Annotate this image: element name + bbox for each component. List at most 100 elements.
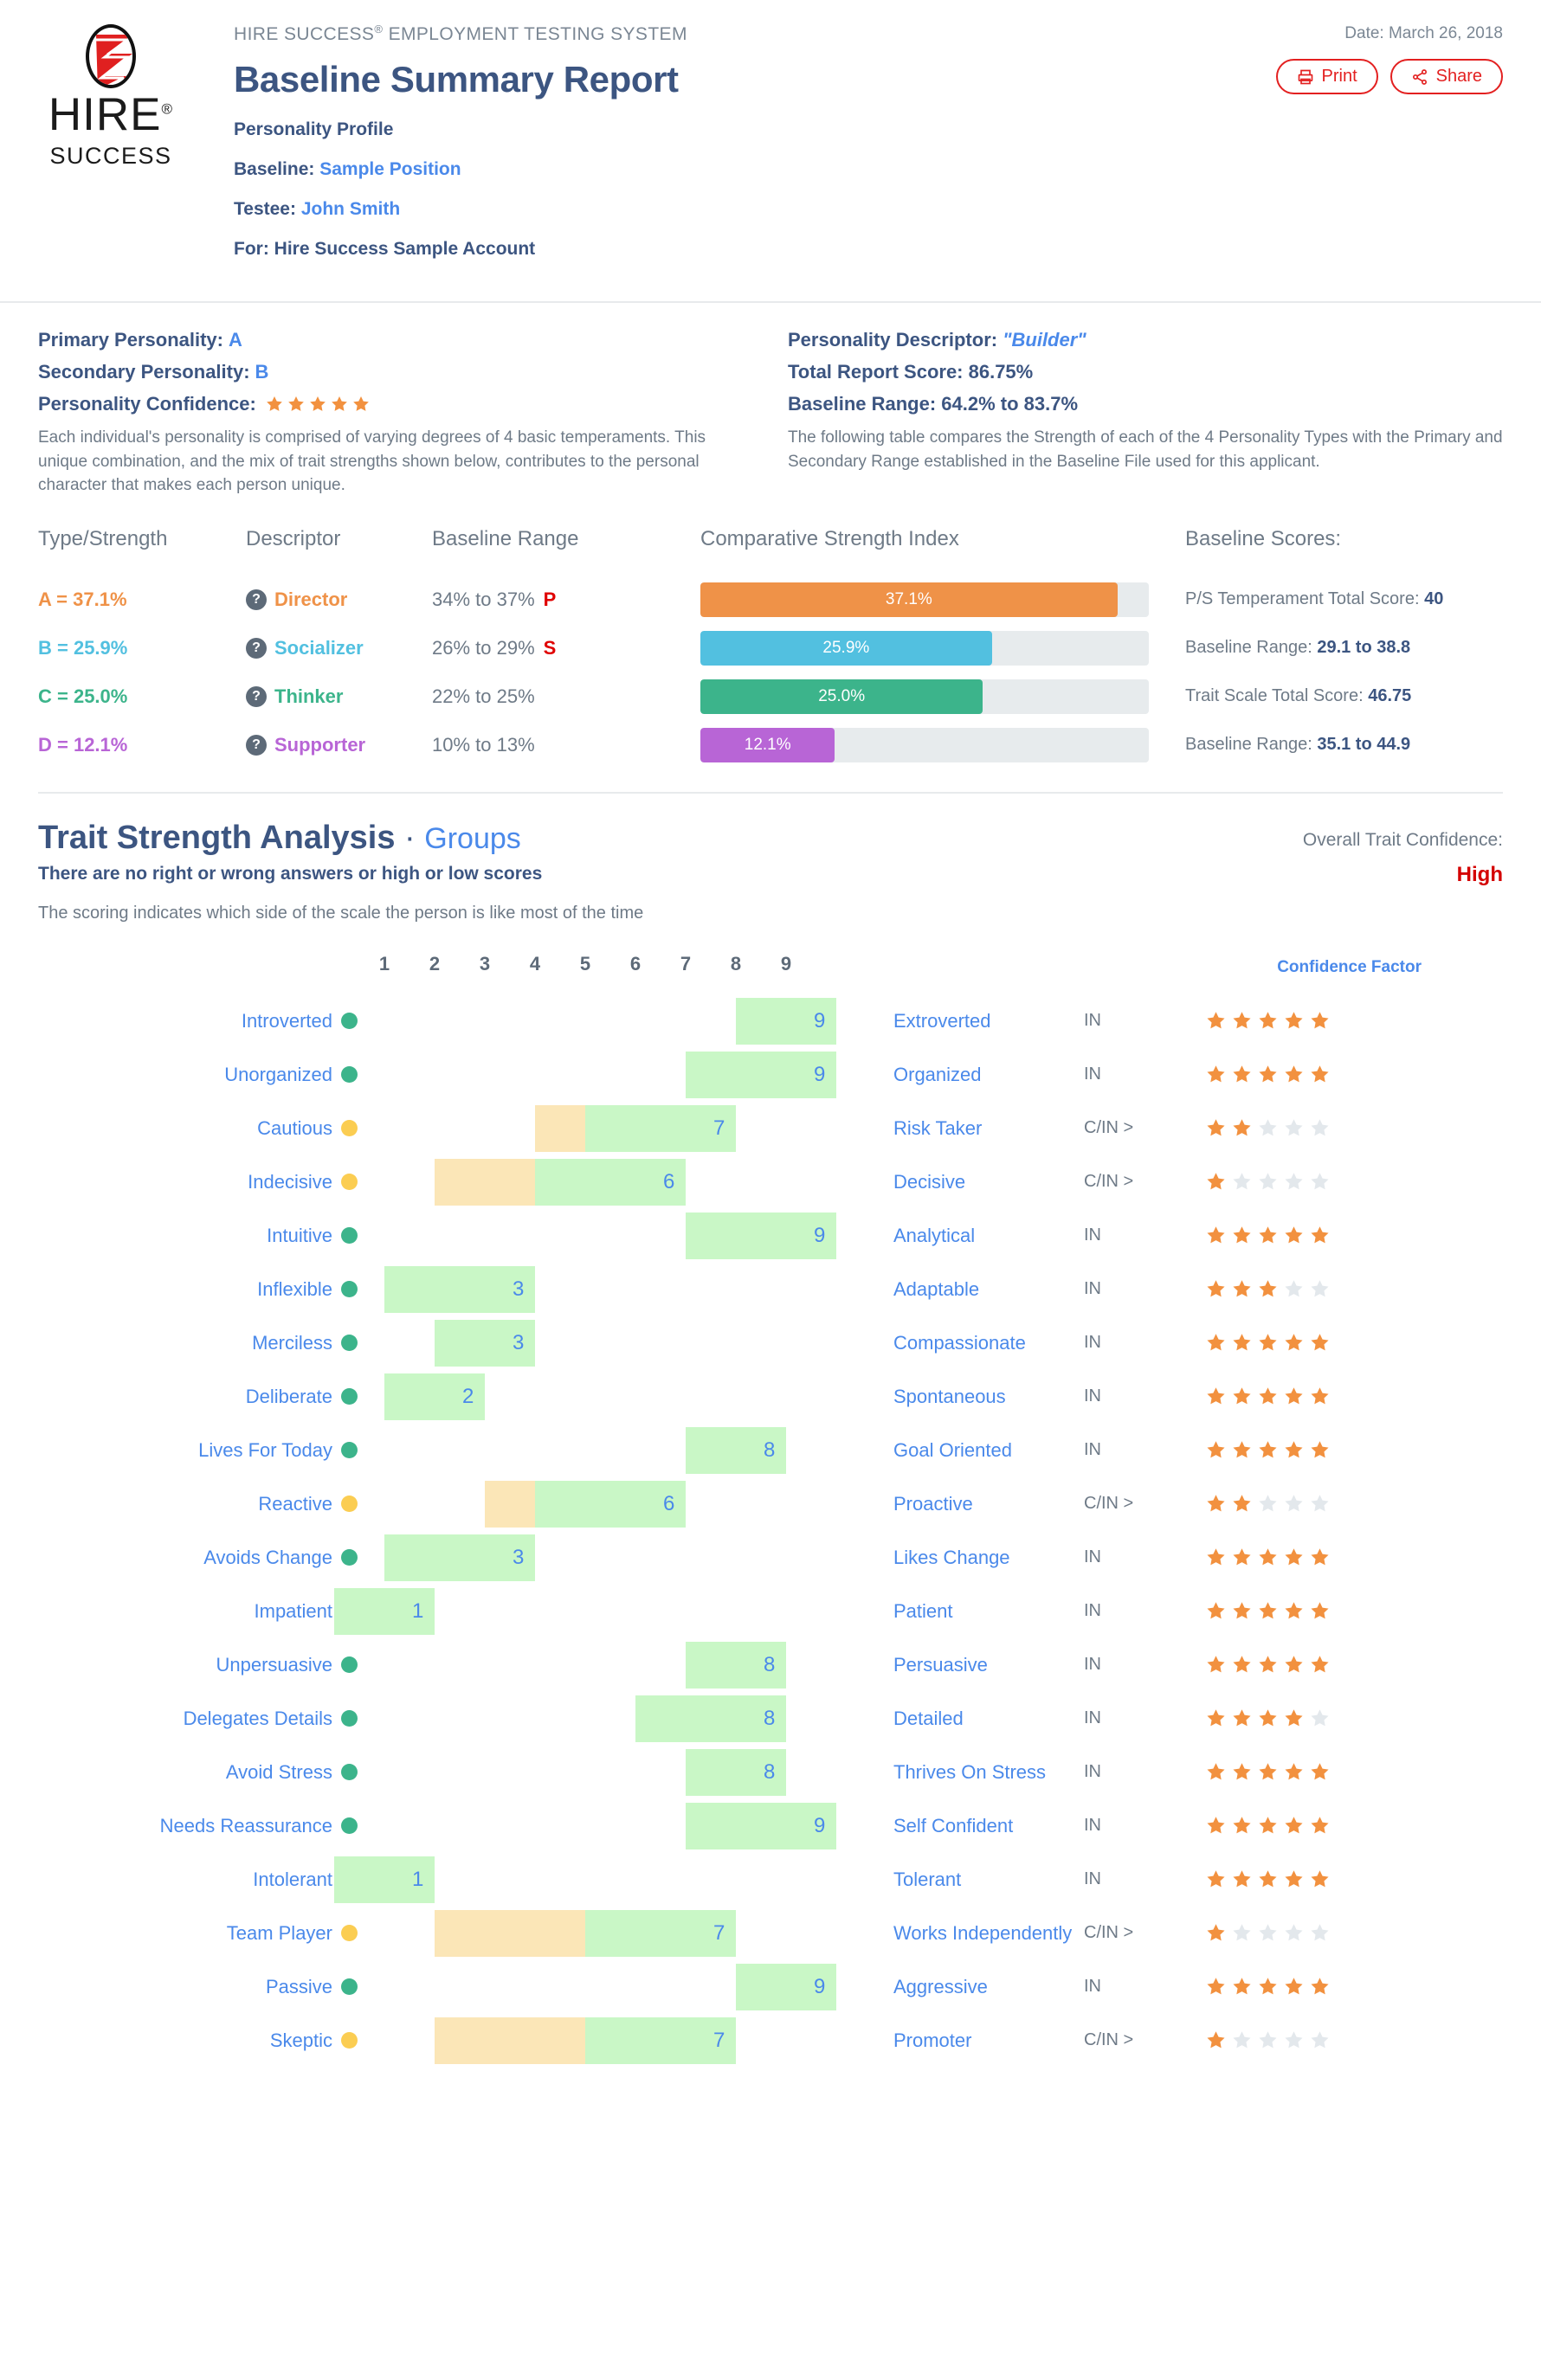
confidence-stars xyxy=(1196,1654,1503,1676)
trait-right-label[interactable]: Patient xyxy=(867,1600,1084,1623)
star-icon xyxy=(1283,1225,1305,1246)
col-type-strength: Type/Strength A = 37.1% B = 25.9% C = 25.0… xyxy=(38,527,246,769)
account-line: For: Hire Success Sample Account xyxy=(234,239,536,259)
total-report-score: Total Report Score: 86.75% xyxy=(788,361,1034,383)
trait-left-label[interactable]: Passive xyxy=(38,1976,332,1998)
strength-bar-label: 25.0% xyxy=(818,686,866,705)
table-row: Merciless 3 Compassionate IN xyxy=(38,1316,1503,1370)
status-dot-icon xyxy=(340,1281,358,1298)
trait-left-label[interactable]: Unpersuasive xyxy=(38,1654,332,1676)
trait-code: IN xyxy=(1084,1762,1101,1782)
trait-right-label[interactable]: Likes Change xyxy=(867,1547,1084,1569)
trait-right-label[interactable]: Spontaneous xyxy=(867,1386,1084,1408)
trait-code: IN xyxy=(1084,1869,1101,1889)
star-icon xyxy=(1283,1064,1305,1085)
help-icon[interactable]: ? xyxy=(246,734,267,756)
trait-right-label[interactable]: Persuasive xyxy=(867,1654,1084,1676)
baseline-score-row: Baseline Range: 29.1 to 38.8 xyxy=(1185,638,1411,658)
trait-right-label[interactable]: Organized xyxy=(867,1064,1084,1086)
trait-right-label[interactable]: Analytical xyxy=(867,1225,1084,1247)
trait-left-label[interactable]: Inflexible xyxy=(38,1278,332,1301)
help-icon[interactable]: ? xyxy=(246,637,267,659)
trait-right-label[interactable]: Adaptable xyxy=(867,1278,1084,1301)
descriptor-cell: ? Socializer xyxy=(246,637,364,659)
baseline-score-row: Baseline Range: 35.1 to 44.9 xyxy=(1185,735,1411,755)
testee-value[interactable]: John Smith xyxy=(301,199,400,219)
baseline-range-cell: 34% to 37% xyxy=(432,588,535,610)
trait-code: IN xyxy=(1084,1011,1101,1031)
trait-right-label[interactable]: Promoter xyxy=(867,2029,1084,2052)
overall-confidence-value: High xyxy=(1456,862,1503,886)
trait-code: IN xyxy=(1084,1655,1101,1675)
status-dot-icon xyxy=(340,1710,358,1727)
star-icon xyxy=(1309,1278,1331,1300)
trait-left-label[interactable]: Merciless xyxy=(38,1332,332,1354)
trait-section-title: Trait Strength Analysis · Groups xyxy=(38,819,521,856)
trait-right-label[interactable]: Works Independently xyxy=(867,1922,1084,1945)
help-icon[interactable]: ? xyxy=(246,589,267,610)
baseline-score-value: 35.1 to 44.9 xyxy=(1317,735,1411,755)
trait-left-label[interactable]: Intolerant xyxy=(38,1869,332,1891)
trait-right-label[interactable]: Risk Taker xyxy=(867,1117,1084,1140)
trait-dot-cell xyxy=(332,1978,365,1996)
trait-left-label[interactable]: Avoids Change xyxy=(38,1547,332,1569)
trait-left-label[interactable]: Delegates Details xyxy=(38,1708,332,1730)
star-icon xyxy=(1205,1332,1227,1354)
status-dot-icon xyxy=(340,1925,358,1942)
star-icon xyxy=(1257,2029,1279,2051)
help-icon[interactable]: ? xyxy=(246,685,267,707)
trait-score-value: 1 xyxy=(412,1867,424,1891)
table-row: Reactive 6 Proactive C/IN > xyxy=(38,1477,1503,1531)
trait-right-label[interactable]: Extroverted xyxy=(867,1010,1084,1032)
trait-left-label[interactable]: Skeptic xyxy=(38,2029,332,2052)
scale-tick-9: 9 xyxy=(780,952,792,975)
trait-right-label[interactable]: Self Confident xyxy=(867,1815,1084,1837)
trait-right-label[interactable]: Proactive xyxy=(867,1493,1084,1515)
descriptor-label: Director xyxy=(274,588,348,610)
star-icon xyxy=(1205,1922,1227,1944)
scale-tick-5: 5 xyxy=(579,952,591,975)
trait-right-label[interactable]: Aggressive xyxy=(867,1976,1084,1998)
range-flag: P xyxy=(543,588,557,610)
trait-left-label[interactable]: Impatient xyxy=(38,1600,333,1623)
trait-left-label[interactable]: Lives For Today xyxy=(38,1439,332,1462)
star-icon xyxy=(1231,2029,1253,2051)
trait-left-label[interactable]: Avoid Stress xyxy=(38,1761,332,1784)
trait-code: IN xyxy=(1084,1065,1101,1084)
trait-right-label[interactable]: Compassionate xyxy=(867,1332,1084,1354)
trait-left-label[interactable]: Team Player xyxy=(38,1922,332,1945)
trait-left-label[interactable]: Cautious xyxy=(38,1117,332,1140)
trait-right-label[interactable]: Detailed xyxy=(867,1708,1084,1730)
print-button[interactable]: Print xyxy=(1275,59,1378,94)
trait-left-label[interactable]: Reactive xyxy=(38,1493,332,1515)
share-button[interactable]: Share xyxy=(1389,59,1503,94)
star-icon xyxy=(1257,1922,1279,1944)
range-band-amber xyxy=(535,1104,585,1152)
trait-left-label[interactable]: Needs Reassurance xyxy=(38,1815,332,1837)
trait-dot-cell xyxy=(332,1388,365,1405)
trait-left-label[interactable]: Unorganized xyxy=(38,1064,332,1086)
trait-right-label[interactable]: Goal Oriented xyxy=(867,1439,1084,1462)
trait-left-label[interactable]: Indecisive xyxy=(38,1171,332,1193)
status-dot-icon xyxy=(340,1764,358,1781)
trait-dot-cell xyxy=(332,1281,365,1298)
confidence-stars xyxy=(1196,1761,1503,1783)
groups-link[interactable]: Groups xyxy=(424,822,521,855)
confidence-stars xyxy=(1196,1386,1503,1407)
star-icon xyxy=(1257,1332,1279,1354)
trait-right-label[interactable]: Tolerant xyxy=(867,1869,1084,1891)
hire-success-logo: HIRE® SUCCESS xyxy=(38,24,184,170)
status-dot-icon xyxy=(340,1066,358,1084)
strength-bar-fill: 37.1% xyxy=(700,582,1118,617)
table-row: Avoid Stress 8 Thrives On Stress IN xyxy=(38,1746,1503,1799)
trait-right-label[interactable]: Decisive xyxy=(867,1171,1084,1193)
trait-dot-cell xyxy=(332,1656,365,1674)
trait-code: C/IN > xyxy=(1084,1118,1134,1138)
baseline-value[interactable]: Sample Position xyxy=(319,159,461,179)
star-icon xyxy=(1283,1386,1305,1407)
trait-right-label[interactable]: Thrives On Stress xyxy=(867,1761,1084,1784)
trait-left-label[interactable]: Deliberate xyxy=(38,1386,332,1408)
trait-left-label[interactable]: Intuitive xyxy=(38,1225,332,1247)
trait-left-label[interactable]: Introverted xyxy=(38,1010,332,1032)
account-value: Hire Success Sample Account xyxy=(274,239,536,259)
